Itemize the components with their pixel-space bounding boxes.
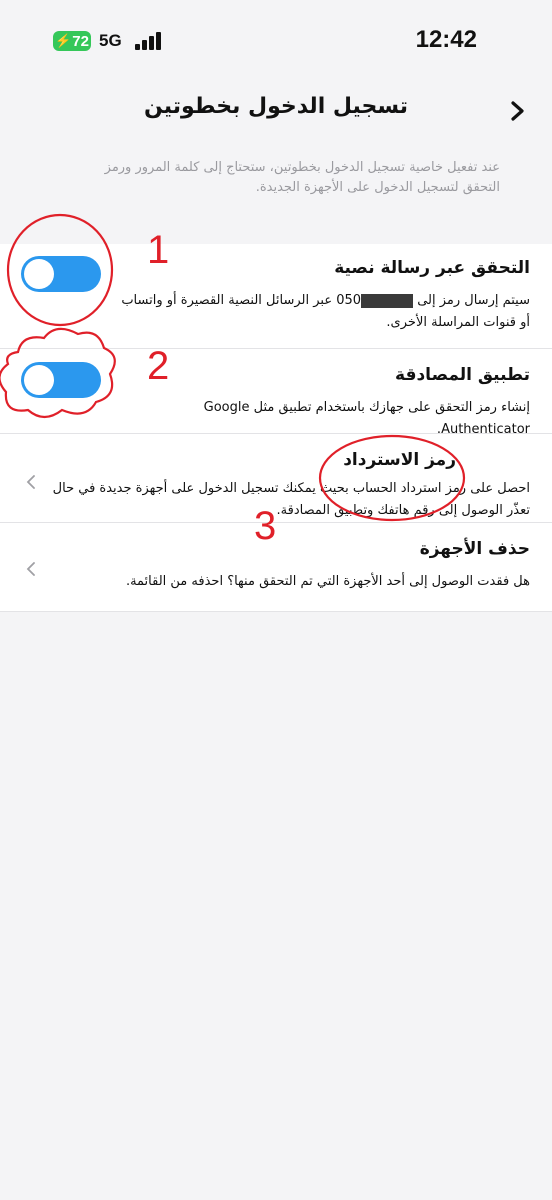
battery-level: 72	[72, 32, 89, 50]
chevron-icon	[26, 475, 35, 489]
divider	[0, 611, 552, 612]
redacted-phone	[361, 293, 414, 308]
status-bar: ⚡ 72 5G 12:42	[0, 0, 552, 84]
auth-app-toggle[interactable]	[21, 362, 101, 398]
clock: 12:42	[415, 26, 477, 53]
recovery-code-description: احصل على رمز استرداد الحساب بحيث يمكنك ت…	[52, 481, 530, 518]
signal-icon	[135, 32, 163, 50]
chevron-icon	[26, 562, 35, 576]
battery-indicator: ⚡ 72	[53, 31, 91, 51]
remove-devices-title: حذف الأجهزة	[419, 539, 530, 559]
annotation-number-1: 1	[147, 228, 170, 272]
remove-devices-description: هل فقدت الوصول إلى أحد الأجهزة التي تم ا…	[125, 574, 530, 589]
intro-text: عند تفعيل خاصية تسجيل الدخول بخطوتين، ست…	[104, 160, 500, 195]
page-title: تسجيل الدخول بخطوتين	[143, 94, 409, 119]
sms-option-title: التحقق عبر رسالة نصية	[334, 258, 530, 278]
settings-card: التحقق عبر رسالة نصية سيتم إرسال رمز إلى…	[0, 244, 552, 612]
auth-app-option-title: تطبيق المصادقة	[395, 365, 530, 385]
recovery-code-title: رمز الاسترداد	[343, 450, 456, 470]
back-chevron-icon[interactable]	[504, 97, 532, 125]
toggle-knob	[24, 259, 54, 289]
annotation-number-2: 2	[147, 344, 170, 388]
network-type: 5G	[99, 31, 122, 50]
sms-option-description: سيتم إرسال رمز إلى 050 عبر الرسائل النصي…	[112, 290, 530, 334]
charging-icon: ⚡	[55, 33, 72, 48]
nav-bar: تسجيل الدخول بخطوتين	[0, 84, 552, 140]
sms-desc-start: سيتم إرسال رمز إلى	[417, 293, 530, 308]
toggle-knob	[24, 365, 54, 395]
sms-toggle[interactable]	[21, 256, 101, 292]
annotation-number-3: 3	[254, 504, 277, 548]
phone-prefix: 050	[336, 293, 362, 308]
